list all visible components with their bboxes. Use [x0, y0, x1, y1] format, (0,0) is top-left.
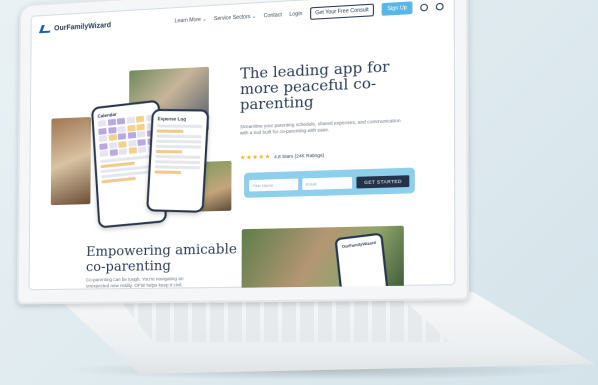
nav-link-learn-more[interactable]: Learn More ⌄: [175, 17, 207, 25]
laptop-lid: OurFamilyWizard Learn More ⌄ Service Sec…: [16, 0, 470, 305]
calendar-grid: [97, 114, 157, 158]
site-logo[interactable]: OurFamilyWizard: [38, 21, 112, 34]
nav-links: Learn More ⌄ Service Sectors ⌄ Contact L…: [175, 0, 444, 28]
section-subtitle: Co-parenting can be tough. You're naviga…: [85, 275, 184, 289]
email-input[interactable]: Email: [302, 176, 353, 190]
sign-up-button[interactable]: Sign Up: [381, 1, 413, 16]
hero-title: The leading app for more peaceful co-par…: [240, 58, 390, 114]
star-icons: ★★★★★: [239, 154, 271, 162]
expense-rows: [154, 124, 203, 175]
hero-photo-kitchen: [50, 116, 91, 206]
signup-form: First Name Email GET STARTED: [243, 167, 415, 198]
laptop-screen: OurFamilyWizard Learn More ⌄ Service Sec…: [28, 0, 456, 291]
section-title: Empowering amicable co-parenting: [85, 241, 237, 276]
rating: ★★★★★ 4.8 Stars (24K Ratings): [240, 151, 324, 161]
rating-text: 4.8 Stars (24K Ratings): [274, 152, 325, 160]
free-consult-button[interactable]: Get Your Free Consult: [309, 3, 375, 20]
site-navbar: OurFamilyWizard Learn More ⌄ Service Sec…: [31, 0, 455, 44]
laptop-keyboard: [120, 300, 450, 342]
phone-card: OurFamilyWizard: [334, 232, 390, 291]
nav-link-login[interactable]: Login: [289, 11, 302, 18]
first-name-input[interactable]: First Name: [249, 178, 299, 191]
get-started-button[interactable]: GET STARTED: [356, 174, 410, 188]
logo-icon: [38, 24, 53, 34]
nav-link-service-sectors[interactable]: Service Sectors ⌄: [214, 14, 256, 23]
search-icon[interactable]: [435, 2, 444, 11]
logo-text: OurFamilyWizard: [54, 21, 112, 32]
globe-icon[interactable]: [420, 3, 429, 11]
phone-expense-log: Expense Log: [146, 108, 210, 213]
hero-subtitle: Streamline your parenting schedule, shar…: [239, 117, 401, 136]
card-title: OurFamilyWizard: [341, 240, 377, 250]
expense-title: Expense Log: [157, 116, 187, 122]
nav-link-contact[interactable]: Contact: [264, 12, 282, 19]
